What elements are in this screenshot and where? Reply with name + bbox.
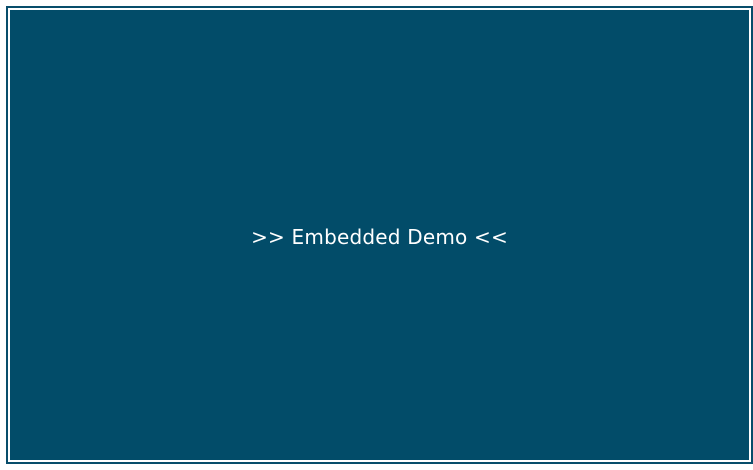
embedded-demo-label: >> Embedded Demo <<	[251, 225, 508, 249]
embedded-demo-frame: >> Embedded Demo <<	[6, 6, 753, 464]
embedded-demo-panel[interactable]: >> Embedded Demo <<	[10, 10, 749, 460]
